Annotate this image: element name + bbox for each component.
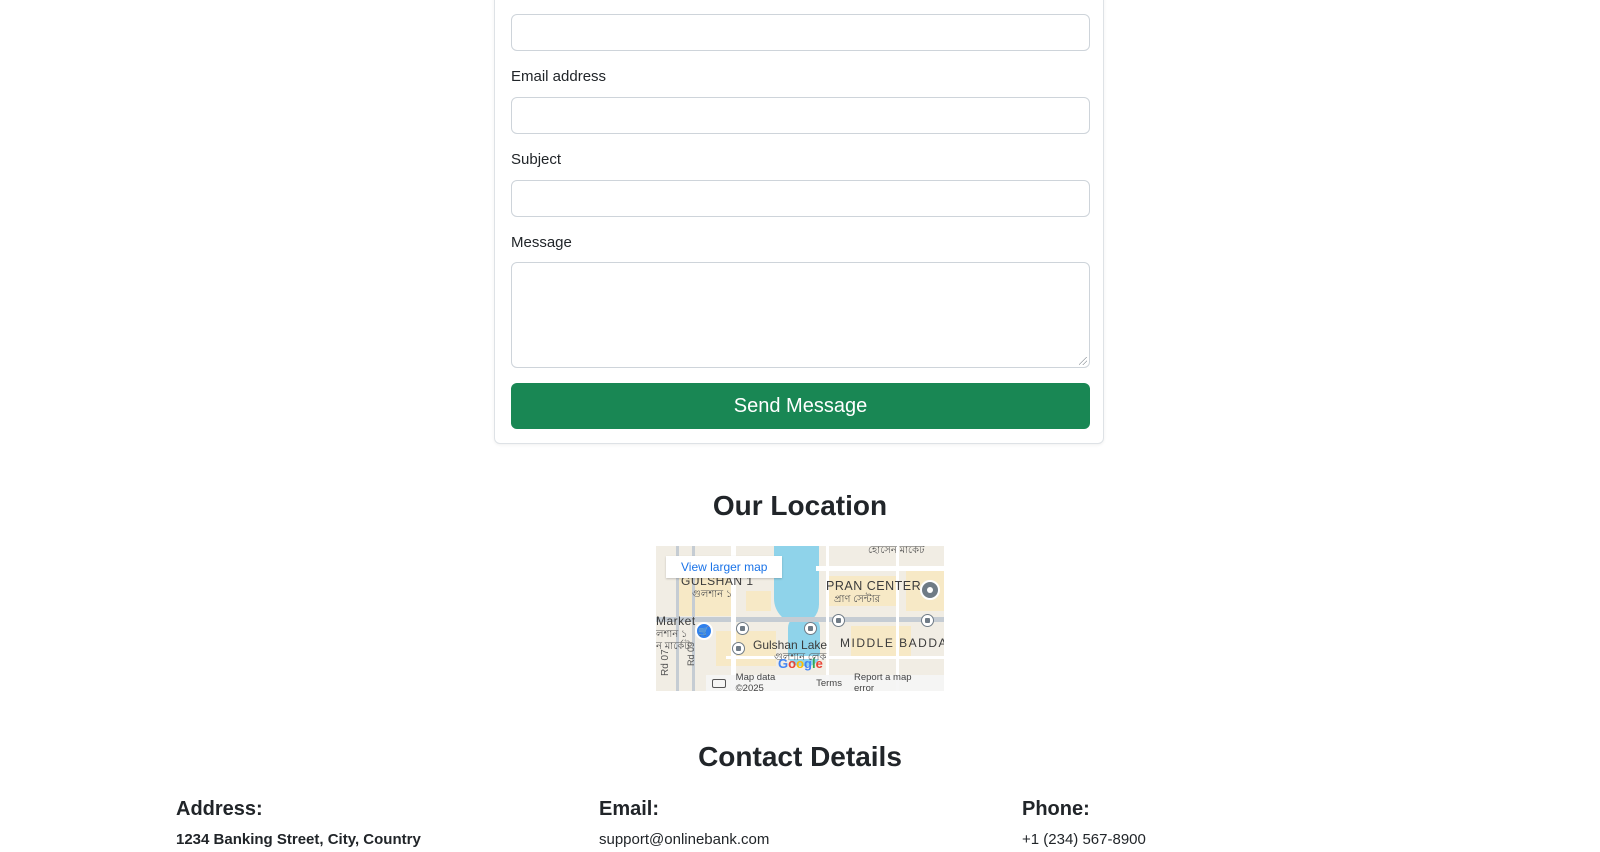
email-value[interactable]: support@onlinebank.com xyxy=(599,831,769,848)
phone-value[interactable]: +1 (234) 567-8900 xyxy=(1022,831,1146,848)
email-label: Email address xyxy=(511,68,607,85)
email-field[interactable] xyxy=(511,97,1090,134)
map-label-pran-center-bn: প্রাণ সেন্টার xyxy=(834,594,881,605)
google-logo: Google xyxy=(778,656,823,671)
location-title: Our Location xyxy=(712,490,888,521)
map-label-pran-center: PRAN CENTER xyxy=(826,579,922,593)
map-label-middle-badda: MIDDLE BADDA xyxy=(840,636,944,650)
subject-field[interactable] xyxy=(511,180,1090,217)
map-label-top-bn: হোসেন মার্কেট xyxy=(868,546,925,556)
send-message-button[interactable]: Send Message xyxy=(511,383,1090,429)
bus-stop-icon[interactable] xyxy=(832,614,845,627)
map-footer: Map data ©2025 Terms Report a map error xyxy=(706,672,944,691)
view-larger-map-link[interactable]: View larger map xyxy=(666,556,783,578)
map-label-market: Market xyxy=(656,614,696,628)
report-map-error-link[interactable]: Report a map error xyxy=(854,672,932,691)
bus-stop-icon[interactable] xyxy=(736,622,749,635)
map-road xyxy=(896,546,899,691)
phone-heading: Phone: xyxy=(1022,798,1090,820)
location-pin-icon[interactable] xyxy=(920,580,940,600)
phone-column: Phone: +1 (234) 567-8900 xyxy=(1022,798,1146,848)
map-road xyxy=(826,546,829,691)
map-road xyxy=(726,656,944,659)
contact-page: Email address Subject Message Send Messa… xyxy=(0,0,1600,852)
contact-form-card: Email address Subject Message Send Messa… xyxy=(494,0,1104,444)
contact-details-title: Contact Details xyxy=(698,741,902,772)
keyboard-icon[interactable] xyxy=(712,678,726,688)
map-road xyxy=(656,617,944,622)
shopping-cart-icon[interactable]: 🛒 xyxy=(695,622,713,640)
bus-stop-icon[interactable] xyxy=(804,622,817,635)
message-textarea[interactable] xyxy=(511,262,1090,368)
address-heading: Address: xyxy=(176,798,263,820)
message-label: Message xyxy=(511,234,572,251)
map-label-gulshan1-bn: গুলশান ১ xyxy=(692,589,733,600)
map-block xyxy=(746,591,771,611)
map-data-text: Map data ©2025 xyxy=(735,672,776,691)
resize-grip-icon[interactable] xyxy=(1079,357,1087,365)
bus-stop-icon[interactable] xyxy=(732,642,745,655)
map-label-road1: Rd 07 xyxy=(660,649,671,676)
terms-link[interactable]: Terms xyxy=(816,678,842,689)
bus-stop-icon[interactable] xyxy=(921,614,934,627)
map-label-road2: Rd 09 xyxy=(686,641,696,666)
email-heading: Email: xyxy=(599,798,660,820)
location-map[interactable]: GULSHAN 1 গুলশান ১ PRAN CENTER প্রাণ সেন… xyxy=(656,546,944,691)
name-field[interactable] xyxy=(511,14,1090,51)
map-road xyxy=(816,566,944,571)
address-column: Address: 1234 Banking Street, City, Coun… xyxy=(176,798,421,848)
address-value: 1234 Banking Street, City, Country xyxy=(176,831,421,848)
subject-label: Subject xyxy=(511,151,562,168)
email-column: Email: support@onlinebank.com xyxy=(599,798,769,848)
